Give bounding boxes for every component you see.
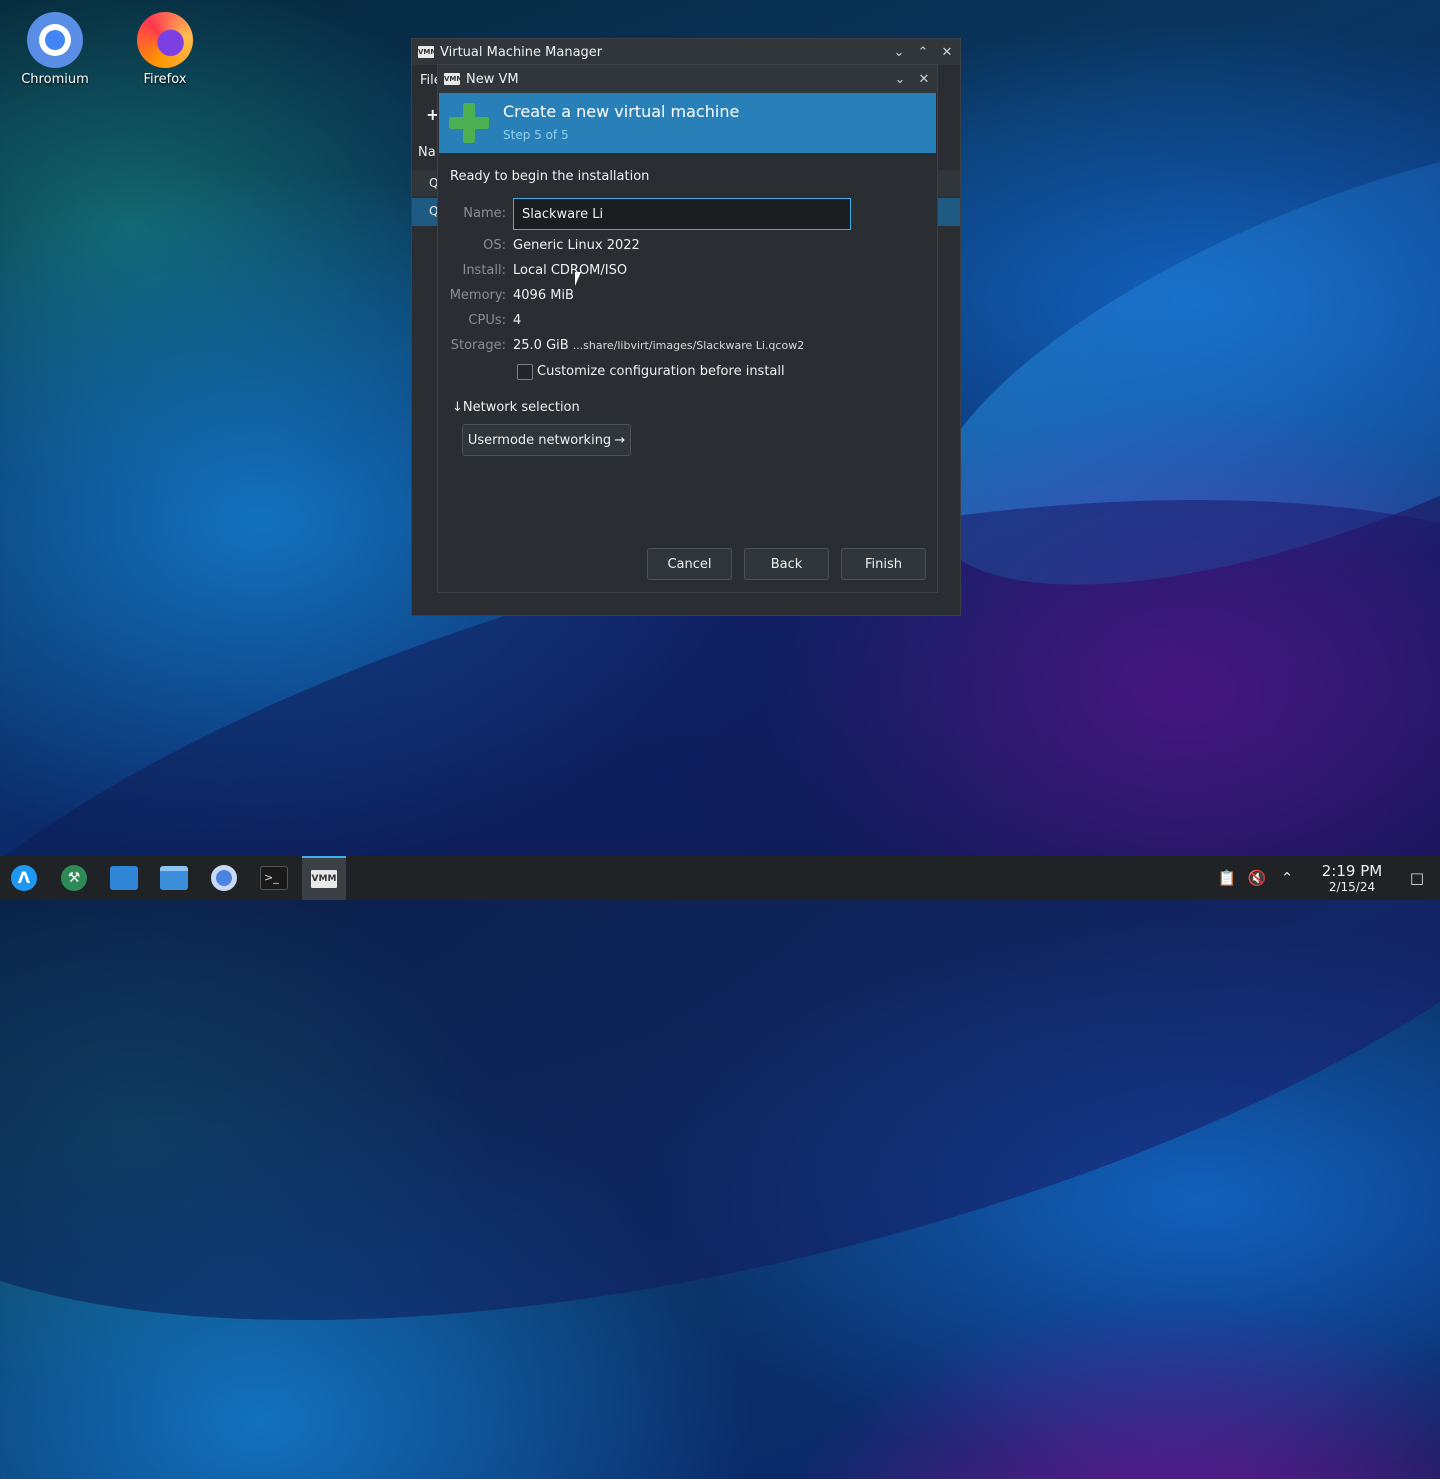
chromium-icon — [211, 865, 237, 891]
taskbar-system-settings[interactable]: ⚒ — [52, 856, 96, 900]
volume-muted-icon[interactable]: 🔇 — [1242, 869, 1272, 887]
network-selection-button[interactable]: Usermode networking → — [462, 424, 631, 456]
wizard-banner: Create a new virtual machine Step 5 of 5 — [439, 93, 936, 153]
mouse-cursor-icon — [575, 272, 581, 286]
app-launcher-button[interactable]: Λ — [2, 856, 46, 900]
desktop-icon-label: Firefox — [143, 72, 187, 87]
taskbar-virt-manager[interactable]: VMM — [302, 856, 346, 900]
launcher-icon: Λ — [11, 865, 37, 891]
taskbar-chromium[interactable] — [202, 856, 246, 900]
close-icon[interactable]: ✕ — [917, 72, 931, 87]
banner-step: Step 5 of 5 — [503, 128, 569, 142]
ready-text: Ready to begin the installation — [450, 169, 650, 184]
show-desktop-icon[interactable]: □ — [1402, 869, 1432, 887]
vmm-titlebar[interactable]: VMM Virtual Machine Manager ⌄ ⌃ ✕ — [412, 39, 960, 65]
vmm-app-icon: VMM — [418, 46, 438, 58]
add-vm-plus-icon — [449, 103, 489, 143]
vmm-app-icon: VMM — [311, 870, 337, 888]
taskbar-file-manager[interactable] — [152, 856, 196, 900]
vmm-window-title: Virtual Machine Manager — [440, 44, 603, 60]
maximize-icon[interactable]: ⌃ — [916, 45, 930, 60]
vm-name-input[interactable] — [513, 198, 851, 230]
firefox-icon — [137, 12, 193, 68]
terminal-icon: >_ — [260, 866, 288, 890]
minimize-icon[interactable]: ⌄ — [892, 45, 906, 60]
name-label: Name: — [463, 206, 506, 221]
os-value: Generic Linux 2022 — [513, 238, 640, 253]
dialog-title: New VM — [466, 71, 519, 87]
finish-button[interactable]: Finish — [841, 548, 926, 580]
taskbar-software-center[interactable] — [102, 856, 146, 900]
storage-size: 25.0 GiB — [513, 338, 569, 353]
storage-label: Storage: — [450, 338, 506, 353]
install-label: Install: — [462, 263, 506, 278]
column-header-name[interactable]: Na — [418, 145, 436, 160]
arrow-down-icon: ↓ — [452, 400, 463, 415]
system-tray: 📋 🔇 ⌃ 2:19 PM 2/15/24 □ — [1212, 856, 1440, 900]
close-icon[interactable]: ✕ — [940, 45, 954, 60]
install-value: Local CDROM/ISO — [513, 263, 628, 278]
wrench-icon: ⚒ — [61, 865, 87, 891]
storage-path: ...share/libvirt/images/Slackware Li.qco… — [572, 339, 805, 352]
cpus-value: 4 — [513, 313, 522, 328]
taskbar-terminal[interactable]: >_ — [252, 856, 296, 900]
network-section-label: Network selection — [462, 400, 580, 415]
dialog-titlebar[interactable]: VMM New VM ⌄ ✕ — [438, 65, 937, 93]
desktop-icon-label: Chromium — [21, 72, 89, 87]
clipboard-icon[interactable]: 📋 — [1212, 869, 1242, 887]
store-bag-icon — [110, 866, 138, 890]
clock[interactable]: 2:19 PM 2/15/24 — [1312, 861, 1392, 894]
network-selection-expander[interactable]: ↓Network selection — [452, 400, 580, 415]
minimize-icon[interactable]: ⌄ — [893, 72, 907, 87]
cpus-label: CPUs: — [468, 313, 506, 328]
memory-value: 4096 MiB — [513, 288, 574, 303]
network-button-label: Usermode networking — [467, 432, 612, 448]
chromium-icon — [27, 12, 83, 68]
arrow-right-icon: → — [614, 432, 626, 448]
storage-value-group: 25.0 GiB ...share/libvirt/images/Slackwar… — [513, 338, 804, 353]
chevron-up-icon[interactable]: ⌃ — [1272, 869, 1302, 887]
clock-date: 2/15/24 — [1328, 879, 1376, 894]
banner-title: Create a new virtual machine — [503, 102, 740, 121]
folder-icon — [160, 866, 188, 890]
cancel-button[interactable]: Cancel — [647, 548, 732, 580]
back-button[interactable]: Back — [744, 548, 829, 580]
customize-checkbox[interactable] — [517, 364, 533, 380]
dialog-app-icon: VMM — [444, 73, 464, 85]
new-vm-dialog: VMM New VM ⌄ ✕ Create a new virtual mach… — [437, 64, 938, 593]
memory-label: Memory: — [449, 288, 506, 303]
customize-checkbox-label[interactable]: Customize configuration before install — [537, 364, 785, 379]
clock-time: 2:19 PM — [1321, 861, 1383, 880]
taskbar: Λ ⚒ >_ VMM 📋 🔇 ⌃ 2:19 PM 2/15/24 □ — [0, 856, 1440, 900]
desktop-icon-chromium[interactable]: Chromium — [10, 12, 100, 87]
os-label: OS: — [483, 238, 506, 253]
desktop-icon-firefox[interactable]: Firefox — [120, 12, 210, 87]
